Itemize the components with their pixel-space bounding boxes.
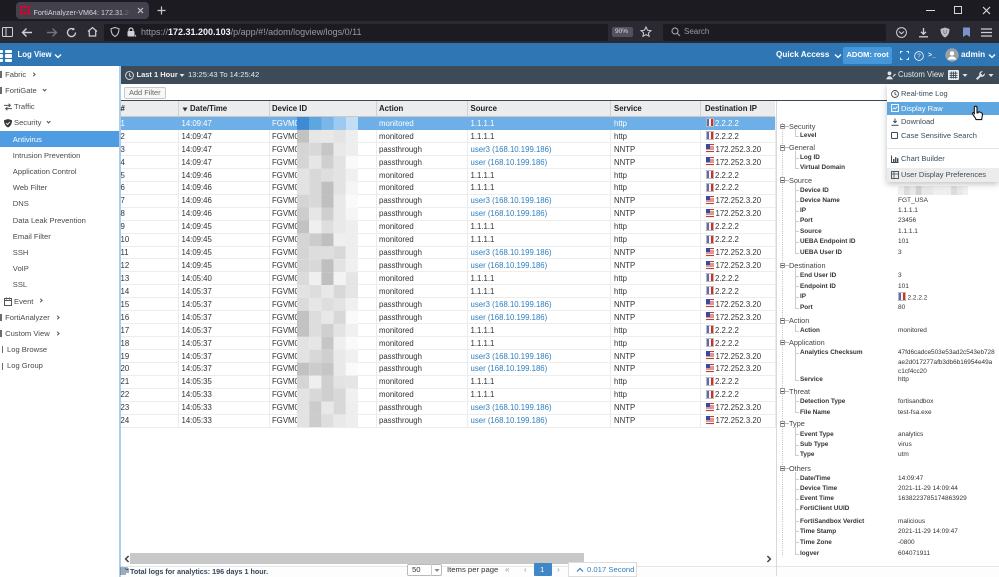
svg-text:?: ? [917, 53, 921, 60]
svg-text:U: U [943, 30, 947, 36]
